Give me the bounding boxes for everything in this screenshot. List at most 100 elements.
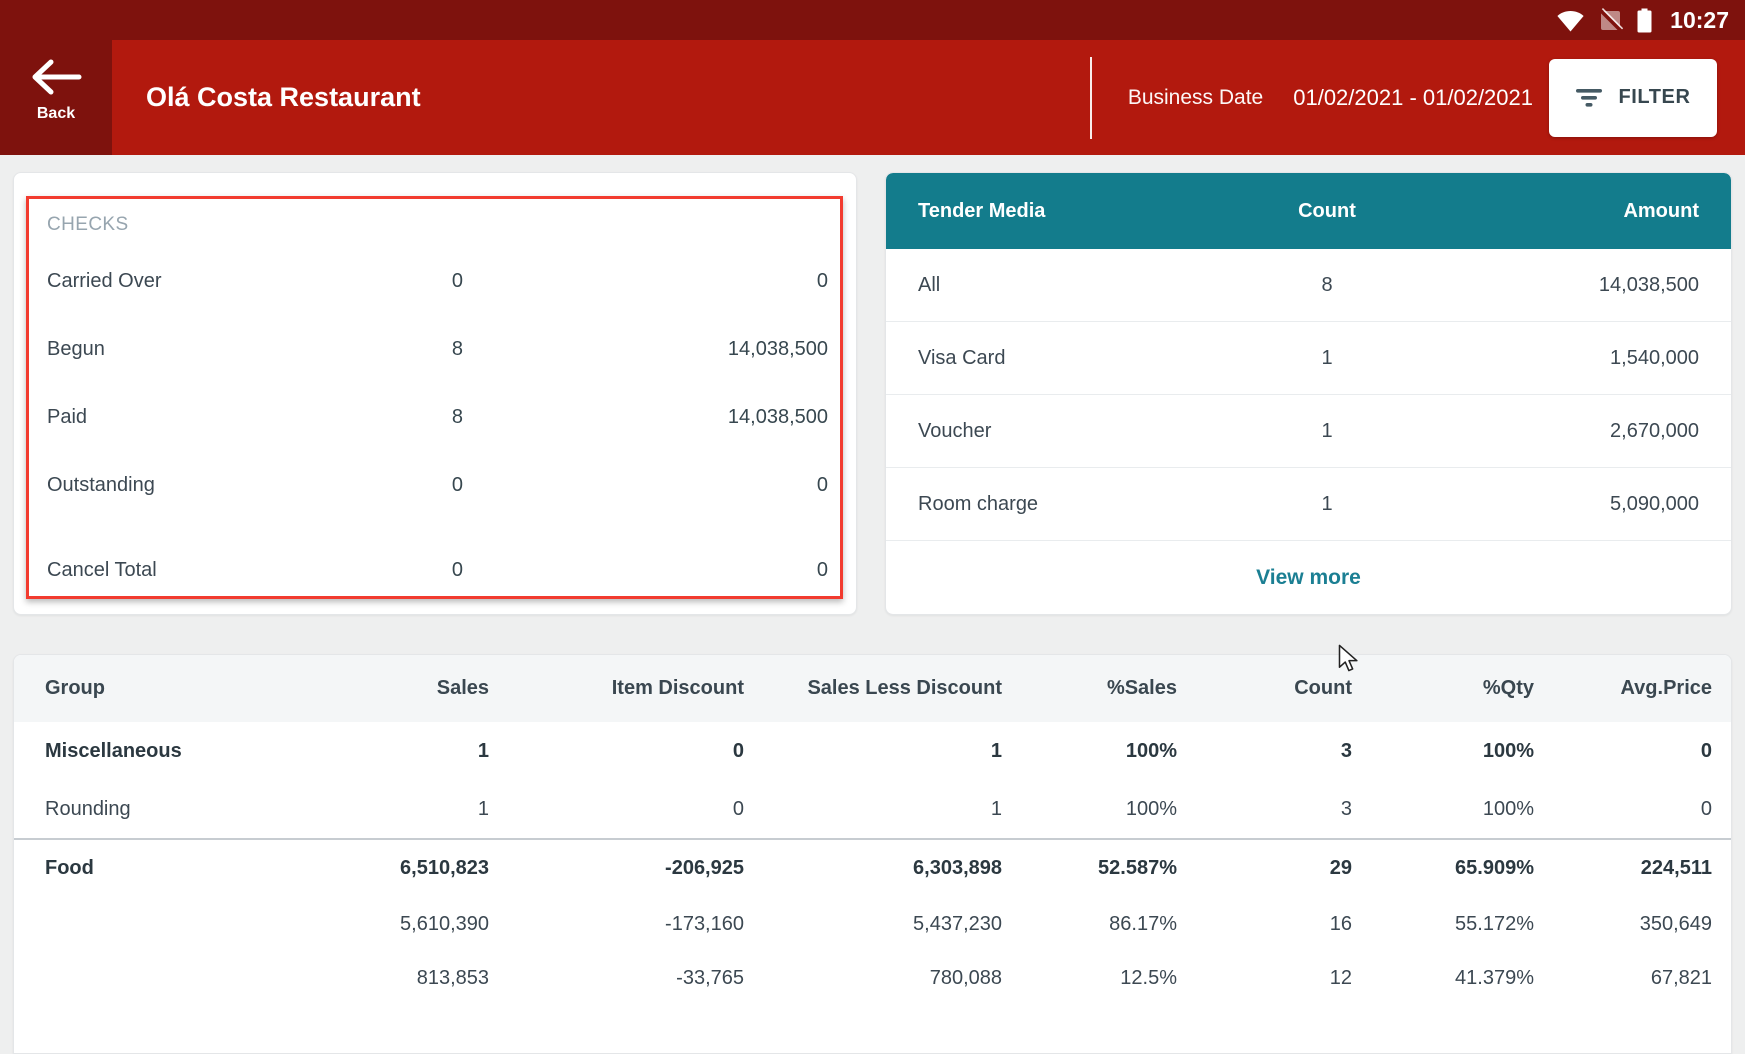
status-bar: 10:27 (112, 0, 1745, 40)
checks-row-outstanding: Outstanding 0 0 (47, 451, 828, 519)
tender-count: 1 (1207, 347, 1447, 370)
cell-percent-sales: 52.587% (1002, 857, 1177, 880)
col-sales-less-discount: Sales Less Discount (744, 677, 1002, 700)
tender-label: Voucher (918, 420, 1207, 443)
table-row-food-sub-1: 5,610,390 -173,160 5,437,230 86.17% 16 5… (14, 897, 1731, 951)
table-row-miscellaneous: Miscellaneous 1 0 1 100% 3 100% 0 (14, 722, 1731, 781)
cell-item-discount: 0 (489, 740, 744, 763)
col-percent-qty: %Qty (1352, 677, 1534, 700)
group-name: Rounding (14, 798, 334, 821)
tender-amount: 2,670,000 (1447, 420, 1699, 443)
col-count: Count (1207, 200, 1447, 223)
app-header: Olá Costa Restaurant Business Date 01/02… (112, 40, 1745, 155)
checks-row-begun: Begun 8 14,038,500 (47, 315, 828, 383)
cell-sales: 1 (334, 798, 489, 821)
check-amount: 0 (463, 559, 828, 582)
cell-sales: 813,853 (334, 967, 489, 990)
cell-avg-price: 67,821 (1534, 967, 1731, 990)
cell-percent-sales: 100% (1002, 740, 1177, 763)
checks-row-carried-over: Carried Over 0 0 (47, 247, 828, 315)
status-time: 10:27 (1670, 7, 1729, 34)
cell-sales-less-discount: 1 (744, 798, 1002, 821)
tender-row-visa-card: Visa Card 1 1,540,000 (886, 322, 1731, 395)
filter-icon (1575, 87, 1603, 109)
cell-count: 29 (1177, 857, 1352, 880)
cell-percent-qty: 55.172% (1352, 913, 1534, 936)
filter-label: FILTER (1618, 86, 1690, 109)
battery-icon (1637, 8, 1652, 33)
cell-item-discount: -173,160 (489, 913, 744, 936)
col-group: Group (14, 677, 334, 700)
cell-item-discount: -33,765 (489, 967, 744, 990)
cell-count: 3 (1177, 798, 1352, 821)
group-name: Miscellaneous (14, 740, 334, 763)
tender-media-card: Tender Media Count Amount All 8 14,038,5… (885, 172, 1732, 615)
business-date-label: Business Date (1128, 86, 1263, 110)
tender-media-header: Tender Media Count Amount (886, 173, 1731, 249)
tender-label: Visa Card (918, 347, 1207, 370)
tender-row-room-charge: Room charge 1 5,090,000 (886, 468, 1731, 541)
checks-row-paid: Paid 8 14,038,500 (47, 383, 828, 451)
cell-percent-sales: 86.17% (1002, 913, 1177, 936)
cell-avg-price: 0 (1534, 798, 1731, 821)
check-label: Carried Over (47, 270, 377, 293)
table-row-food: Food 6,510,823 -206,925 6,303,898 52.587… (14, 838, 1731, 897)
header-divider (1090, 57, 1092, 139)
tender-row-all: All 8 14,038,500 (886, 249, 1731, 322)
cell-count: 16 (1177, 913, 1352, 936)
view-more-link[interactable]: View more (1256, 566, 1361, 590)
tender-label: Room charge (918, 493, 1207, 516)
tender-amount: 5,090,000 (1447, 493, 1699, 516)
back-label: Back (37, 105, 75, 123)
business-date-value: 01/02/2021 - 01/02/2021 (1293, 85, 1533, 111)
checks-highlight-box: CHECKS Carried Over 0 0 Begun 8 14,038,5… (26, 196, 843, 599)
col-tender-media: Tender Media (918, 200, 1207, 223)
cell-sales: 6,510,823 (334, 857, 489, 880)
group-name: Food (14, 857, 334, 880)
tender-count: 1 (1207, 493, 1447, 516)
cell-count: 3 (1177, 740, 1352, 763)
check-amount: 0 (463, 270, 828, 293)
table-row-rounding: Rounding 1 0 1 100% 3 100% 0 (14, 781, 1731, 838)
no-network-icon (1598, 8, 1623, 33)
check-amount: 14,038,500 (463, 406, 828, 429)
page-title: Olá Costa Restaurant (146, 82, 421, 113)
cell-percent-sales: 100% (1002, 798, 1177, 821)
check-amount: 14,038,500 (463, 338, 828, 361)
cell-item-discount: -206,925 (489, 857, 744, 880)
cell-sales-less-discount: 6,303,898 (744, 857, 1002, 880)
check-label: Cancel Total (47, 559, 377, 582)
group-table-header: Group Sales Item Discount Sales Less Dis… (14, 655, 1731, 722)
tender-count: 1 (1207, 420, 1447, 443)
check-count: 0 (377, 474, 463, 497)
col-count: Count (1177, 677, 1352, 700)
cell-sales-less-discount: 1 (744, 740, 1002, 763)
check-amount: 0 (463, 474, 828, 497)
cell-percent-sales: 12.5% (1002, 967, 1177, 990)
table-row-food-sub-2: 813,853 -33,765 780,088 12.5% 12 41.379%… (14, 951, 1731, 1005)
cell-percent-qty: 65.909% (1352, 857, 1534, 880)
cell-sales-less-discount: 780,088 (744, 967, 1002, 990)
cell-sales: 1 (334, 740, 489, 763)
wifi-icon (1557, 9, 1584, 32)
back-button[interactable]: Back (0, 0, 112, 155)
checks-card: CHECKS Carried Over 0 0 Begun 8 14,038,5… (13, 172, 857, 615)
tender-amount: 1,540,000 (1447, 347, 1699, 370)
back-arrow-icon (29, 58, 83, 96)
cell-sales: 5,610,390 (334, 913, 489, 936)
cell-percent-qty: 100% (1352, 798, 1534, 821)
check-label: Paid (47, 406, 377, 429)
tender-count: 8 (1207, 274, 1447, 297)
filter-button[interactable]: FILTER (1549, 59, 1717, 137)
checks-row-cancel-total: Cancel Total 0 0 (47, 547, 828, 593)
tender-amount: 14,038,500 (1447, 274, 1699, 297)
col-sales: Sales (334, 677, 489, 700)
view-more-row: View more (886, 541, 1731, 614)
check-count: 8 (377, 406, 463, 429)
mouse-cursor (1337, 644, 1363, 672)
group-sales-table: Group Sales Item Discount Sales Less Dis… (13, 654, 1732, 1054)
top-bar: Back 10:27 Olá Costa Restaurant Business… (0, 0, 1745, 155)
check-label: Begun (47, 338, 377, 361)
check-count: 0 (377, 559, 463, 582)
cell-avg-price: 350,649 (1534, 913, 1731, 936)
